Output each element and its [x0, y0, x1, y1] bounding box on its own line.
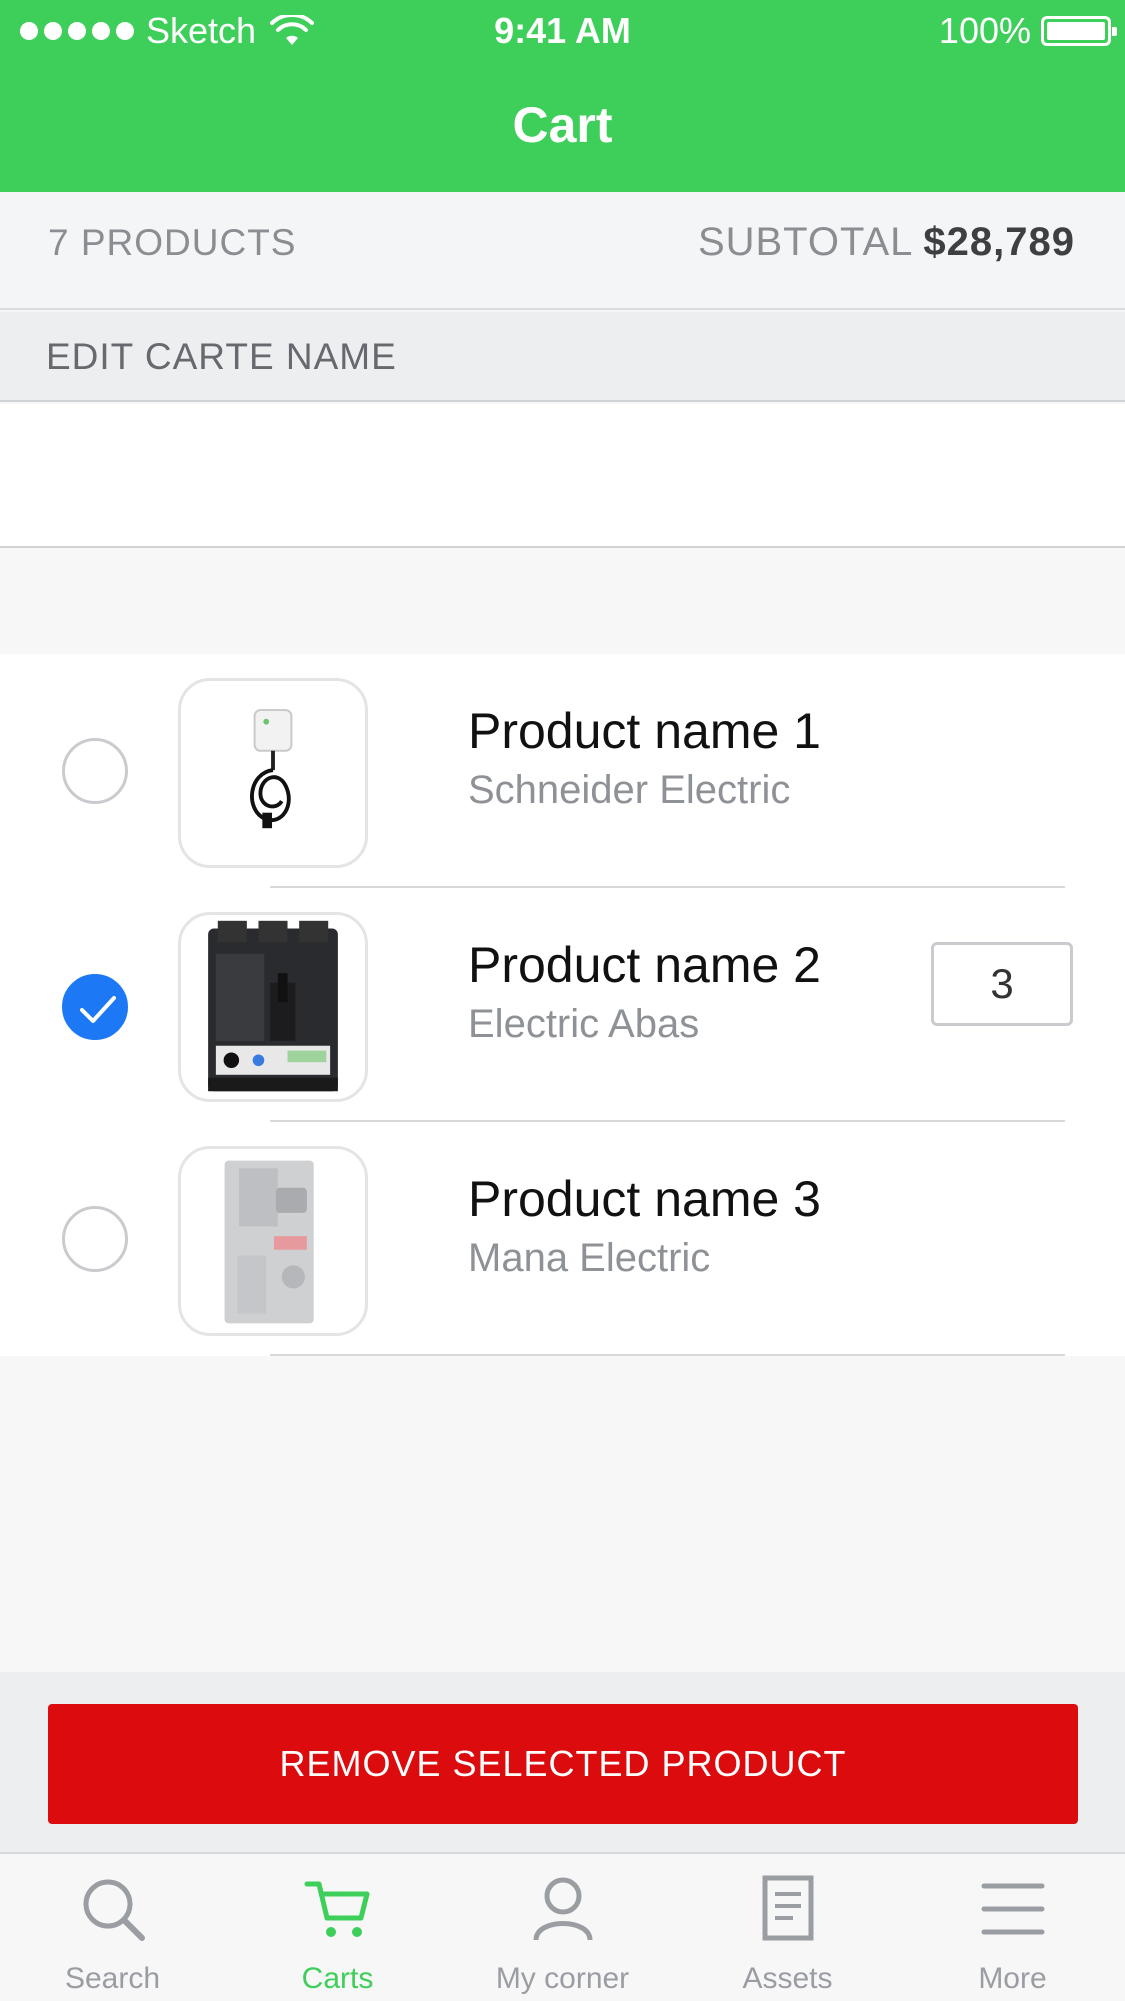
divider: [270, 1354, 1065, 1356]
person-icon: [533, 1877, 592, 1941]
subtotal-label: SUBTOTAL: [697, 220, 914, 264]
product-name: Product name 1: [468, 703, 821, 759]
product-name: Product name 2: [468, 937, 821, 993]
status-bar: Sketch 9:41 AM 100%: [0, 0, 1125, 62]
checkmark-icon: [80, 996, 116, 1023]
list-item[interactable]: Product name 1 Schneider Electric: [0, 654, 1125, 888]
list-item[interactable]: Product name 3 Mana Electric: [0, 1122, 1125, 1356]
battery-icon: [1041, 16, 1117, 46]
ev-charger-icon: [178, 678, 368, 868]
cart-name-input[interactable]: [0, 404, 1125, 548]
tab-assets[interactable]: Assets: [675, 1854, 900, 2001]
tab-label: Search: [64, 1962, 161, 1995]
subtotal: SUBTOTAL $28,789: [698, 220, 1075, 265]
product-name: Product name 3: [468, 1171, 821, 1227]
tab-bar: Search Carts My corner Assets More: [0, 1852, 1125, 2001]
list-item[interactable]: Product name 2 Electric Abas: [0, 888, 1125, 1122]
action-bar: REMOVE SELECTED PRODUCT: [0, 1672, 1125, 1852]
page-title: Cart: [512, 97, 613, 153]
breaker-module-icon: [178, 1146, 368, 1336]
product-count: 7 PRODUCTS: [48, 222, 297, 263]
cart-icon: [304, 1881, 369, 1937]
top-bar: Sketch 9:41 AM 100% Cart: [0, 0, 1125, 192]
tab-more[interactable]: More: [900, 1854, 1125, 2001]
tab-search[interactable]: Search: [0, 1854, 225, 2001]
circuit-breaker-icon: [178, 912, 368, 1102]
section-title: EDIT CARTE NAME: [46, 336, 397, 377]
select-checkbox[interactable]: [62, 1206, 128, 1272]
edit-cart-name-header: EDIT CARTE NAME: [0, 312, 1125, 402]
product-list: Product name 1 Schneider Electric Produc…: [0, 654, 1125, 1356]
tab-my-corner[interactable]: My corner: [450, 1854, 675, 2001]
product-brand: Schneider Electric: [468, 768, 791, 812]
tab-label: Carts: [301, 1962, 374, 1995]
document-icon: [762, 1875, 813, 1941]
quantity-input[interactable]: [931, 942, 1073, 1026]
battery-percent: 100%: [938, 10, 1031, 51]
menu-icon: [981, 1883, 1044, 1935]
tab-carts[interactable]: Carts: [225, 1854, 450, 2001]
cart-summary: 7 PRODUCTS SUBTOTAL $28,789: [0, 192, 1125, 310]
product-brand: Mana Electric: [468, 1236, 711, 1280]
select-checkbox[interactable]: [62, 974, 128, 1040]
tab-label: More: [978, 1962, 1047, 1995]
tab-label: My corner: [495, 1962, 630, 1995]
tab-label: Assets: [742, 1962, 833, 1995]
remove-selected-button[interactable]: REMOVE SELECTED PRODUCT: [48, 1704, 1078, 1824]
subtotal-value: $28,789: [923, 220, 1075, 264]
search-icon: [83, 1879, 145, 1941]
product-brand: Electric Abas: [468, 1002, 700, 1046]
select-checkbox[interactable]: [62, 738, 128, 804]
